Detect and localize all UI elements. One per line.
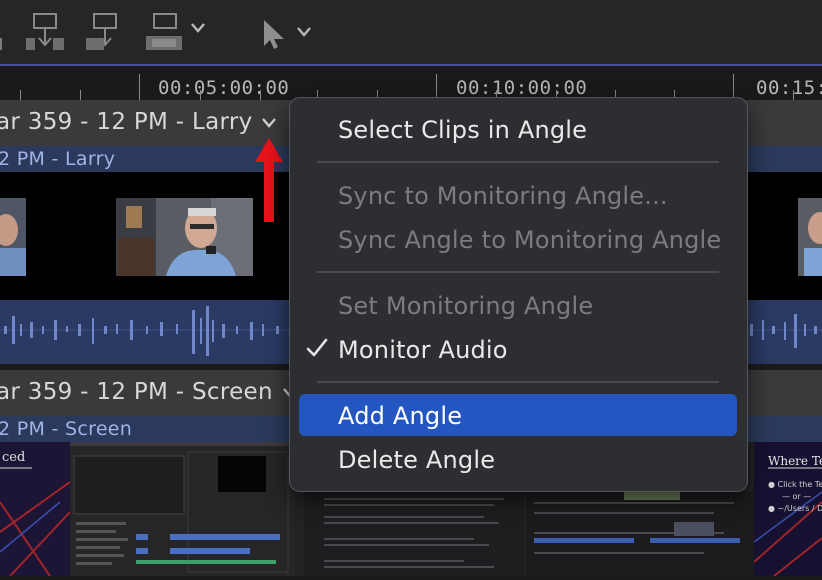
menu-item-sync-angle-to-monitoring-angle[interactable]: Sync Angle to Monitoring Angle xyxy=(338,226,721,254)
toolbar xyxy=(0,0,822,65)
menu-item-monitor-audio[interactable]: Monitor Audio xyxy=(338,336,508,364)
video-thumbnail xyxy=(116,198,253,276)
thumbnail-text-line: Click the Terra xyxy=(777,480,822,489)
thumbnail-text: ● Click the Terra xyxy=(768,480,822,489)
video-thumbnail: Where Tem ● Click the Terra — or — ● ~/U… xyxy=(754,442,822,576)
insert-clip-icon[interactable] xyxy=(26,10,66,56)
timeline-ruler[interactable]: 00:05:00:00 00:10:00:00 00:15: xyxy=(0,64,822,100)
tools-chevron-icon[interactable] xyxy=(296,26,312,38)
menu-item-add-angle[interactable]: Add Angle xyxy=(338,402,462,430)
overwrite-clip-icon[interactable] xyxy=(86,10,126,56)
ruler-tick xyxy=(200,90,201,100)
ruler-tick xyxy=(260,90,261,100)
ruler-tick xyxy=(80,90,81,100)
video-thumbnail: ced xyxy=(0,442,70,576)
angle-clip-name: 2 PM - Larry xyxy=(0,148,116,170)
video-thumbnail xyxy=(70,442,294,576)
thumbnail-text: ced xyxy=(2,450,26,465)
menu-separator xyxy=(317,271,719,273)
ruler-tick xyxy=(793,90,794,100)
menu-item-sync-to-monitoring-angle[interactable]: Sync to Monitoring Angle... xyxy=(338,182,668,210)
menu-separator xyxy=(317,161,719,163)
menu-item-select-clips-in-angle[interactable]: Select Clips in Angle xyxy=(338,116,587,144)
thumbnail-title: Where Tem xyxy=(768,454,822,468)
edit-options-chevron-icon[interactable] xyxy=(190,22,206,34)
select-tool-icon[interactable] xyxy=(262,18,288,50)
append-clip-icon[interactable] xyxy=(0,10,8,56)
angle-title: ar 359 - 12 PM - Larry xyxy=(0,109,253,135)
menu-item-set-monitoring-angle[interactable]: Set Monitoring Angle xyxy=(338,292,593,320)
ruler-timecode: 00:15: xyxy=(756,77,822,99)
ruler-tick xyxy=(20,90,21,100)
ruler-timecode: 00:05:00:00 xyxy=(158,77,290,99)
annotation-arrow-icon xyxy=(255,138,283,226)
angle-context-menu: Select Clips in Angle Sync to Monitoring… xyxy=(289,97,748,492)
angle-title: ar 359 - 12 PM - Screen xyxy=(0,379,273,405)
video-thumbnail xyxy=(0,198,26,276)
ruler-tick xyxy=(139,74,140,100)
menu-separator xyxy=(317,381,719,383)
checkmark-icon xyxy=(306,338,328,362)
thumbnail-text-line: ~/Users / Docum xyxy=(777,504,822,513)
menu-item-delete-angle[interactable]: Delete Angle xyxy=(338,446,495,474)
connect-clip-icon[interactable] xyxy=(146,10,186,56)
angle-clip-name: 2 PM - Screen xyxy=(0,418,133,440)
thumbnail-text: ● ~/Users / Docum xyxy=(768,504,822,513)
angle-menu-chevron-icon[interactable] xyxy=(261,114,277,133)
video-thumbnail xyxy=(798,198,822,276)
thumbnail-text-line: — or — xyxy=(782,492,812,501)
ruler-timecode: 00:10:00:00 xyxy=(456,77,588,99)
